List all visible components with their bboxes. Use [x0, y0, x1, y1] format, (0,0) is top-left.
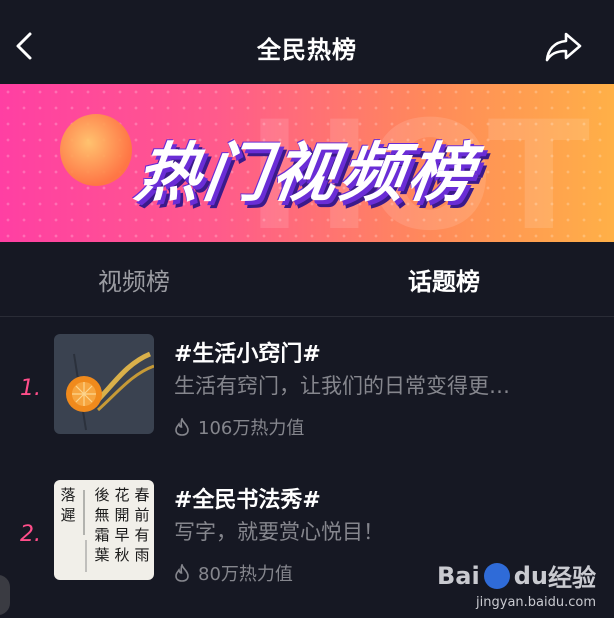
topic-description: 写字，就要赏心悦目！ [174, 520, 384, 544]
calligraphy-char: 開 [114, 506, 129, 524]
watermark-url: jingyan.baidu.com [476, 595, 596, 610]
hot-video-banner[interactable]: HOT 热门视频榜 [0, 84, 614, 242]
calligraphy-char: 秋 [114, 546, 129, 564]
topic-description: 生活有窍门，让我们的日常变得更… [174, 374, 510, 398]
calligraphy-char: 葉 [94, 546, 109, 564]
calligraphy-char: 雨 [134, 546, 149, 564]
topic-thumbnail[interactable] [54, 334, 154, 434]
topic-list-item[interactable]: 1. #生活小窍门# 生活有窍门，让我们的日常变得更… 106万热力值 [0, 330, 614, 470]
calligraphy-char: 後 [94, 486, 109, 504]
watermark-brand-mid: du [513, 561, 548, 590]
calligraphy-char: 早 [114, 526, 129, 544]
watermark-brand-left: Bai [437, 561, 480, 590]
banner-title: 热门视频榜 [130, 137, 482, 211]
calligraphy-image: 春 前 有 雨 花 開 早 秋 後 無 霜 葉 落 遲 [60, 486, 150, 572]
watermark-logo: Bai du 经验 [437, 558, 596, 593]
calligraphy-char: 花 [114, 486, 129, 504]
topic-heat-value: 106万热力值 [198, 418, 305, 439]
watermark-brand-right: 经验 [548, 564, 596, 592]
share-icon[interactable] [544, 28, 584, 64]
calligraphy-char: 遲 [60, 506, 75, 524]
calligraphy-char: 落 [60, 486, 75, 504]
tabs-divider [0, 316, 614, 317]
calligraphy-char: 春 [134, 486, 149, 504]
topic-name[interactable]: #全民书法秀# [174, 482, 321, 514]
tab-video-ranking[interactable]: 视频榜 [98, 262, 170, 297]
calligraphy-char: 無 [94, 506, 109, 524]
baidu-watermark: Bai du 经验 jingyan.baidu.com [437, 558, 596, 611]
flame-icon [175, 564, 189, 582]
ranking-tabs: 视频榜 话题榜 [0, 242, 614, 316]
paw-icon [483, 562, 510, 589]
topic-rank: 2. [20, 522, 41, 547]
topic-thumbnail[interactable]: 春 前 有 雨 花 開 早 秋 後 無 霜 葉 落 遲 [54, 480, 154, 580]
flame-icon [175, 418, 189, 436]
topic-heat: 106万热力值 [174, 414, 304, 440]
top-nav-bar: 全民热榜 [0, 0, 614, 88]
calligraphy-char: 前 [134, 506, 149, 524]
page-title: 全民热榜 [257, 36, 357, 64]
tab-topic-ranking[interactable]: 话题榜 [408, 262, 480, 297]
calligraphy-char: 有 [134, 526, 149, 544]
topic-heat: 80万热力值 [174, 560, 293, 586]
orange-ribbon-image [54, 334, 154, 434]
topic-name[interactable]: #生活小窍门# [174, 336, 321, 368]
calligraphy-char: 霜 [94, 526, 109, 544]
topic-heat-value: 80万热力值 [198, 564, 293, 585]
topic-rank: 1. [20, 376, 41, 401]
